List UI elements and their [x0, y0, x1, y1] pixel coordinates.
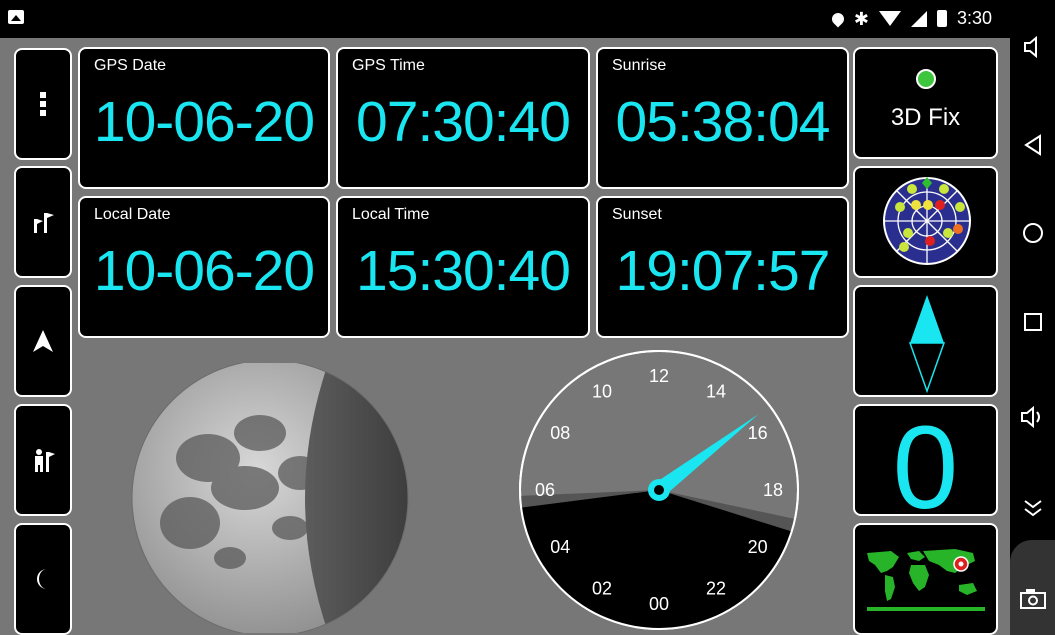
- clock-hour-label: 08: [550, 423, 570, 443]
- tile-label: GPS Time: [352, 57, 425, 74]
- gps-date-tile[interactable]: GPS Date 10-06-20: [78, 47, 330, 189]
- clock-hour-label: 16: [748, 423, 768, 443]
- collapse-chevron-icon[interactable]: [1022, 498, 1044, 518]
- person-flag-icon: [35, 449, 55, 472]
- navigation-arrow-icon: [33, 330, 53, 352]
- speed-tile[interactable]: 0: [853, 404, 998, 516]
- image-notification-icon: [8, 10, 24, 24]
- world-map-icon: [863, 547, 988, 613]
- volume-down-icon[interactable]: [1022, 36, 1044, 58]
- bluetooth-icon: ✱: [853, 8, 869, 29]
- compass-tile[interactable]: [853, 285, 998, 397]
- tracking-button[interactable]: [14, 404, 72, 516]
- tile-label: Local Date: [94, 206, 171, 223]
- status-bar: ✱ 3:30: [0, 0, 1010, 38]
- tile-value: 19:07:57: [615, 239, 831, 303]
- tile-label: GPS Date: [94, 57, 167, 74]
- tile-value: 15:30:40: [356, 239, 571, 303]
- local-date-tile[interactable]: Local Date 10-06-20: [78, 196, 330, 338]
- satellite-skyview-icon: [883, 177, 971, 265]
- moon-phase-image[interactable]: [130, 363, 410, 633]
- clock-hub-center: [654, 485, 664, 495]
- screenshot-camera-icon: [1020, 589, 1046, 609]
- app-main-area: GPS Date 10-06-20 GPS Time 07:30:40 Sunr…: [0, 38, 1010, 635]
- home-icon[interactable]: [1022, 222, 1044, 244]
- more-menu-button[interactable]: [14, 48, 72, 160]
- vertical-dots-icon: [40, 92, 46, 116]
- crescent-moon-icon: [37, 569, 47, 589]
- back-icon[interactable]: [1023, 134, 1043, 156]
- screenshot-button[interactable]: [1010, 540, 1055, 635]
- status-time: 3:30: [956, 8, 992, 28]
- fix-status-text: 3D Fix: [890, 104, 961, 131]
- gps-time-tile[interactable]: GPS Time 07:30:40: [336, 47, 590, 189]
- clock-hour-label: 20: [748, 537, 768, 557]
- status-icons: ✱ 3:30: [829, 8, 992, 29]
- gps-fix-status-tile[interactable]: 3D Fix: [853, 47, 998, 159]
- signal-icon: [910, 10, 927, 27]
- satellite-skyview-tile[interactable]: [853, 166, 998, 278]
- compass-needle-icon: [908, 295, 946, 393]
- sunrise-tile[interactable]: Sunrise 05:38:04: [596, 47, 849, 189]
- clock-hour-label: 04: [550, 537, 570, 557]
- tile-value: 10-06-20: [93, 90, 315, 154]
- tile-label: Sunrise: [612, 57, 667, 74]
- clock-hour-label: 22: [706, 579, 726, 599]
- clock-hour-label: 06: [535, 480, 555, 500]
- waypoints-button[interactable]: [14, 166, 72, 278]
- tile-value: 05:38:04: [615, 90, 831, 154]
- wifi-icon: [878, 11, 901, 26]
- recents-icon[interactable]: [1023, 312, 1043, 332]
- sunset-tile[interactable]: Sunset 19:07:57: [596, 196, 849, 338]
- fix-indicator-dot: [915, 69, 936, 89]
- moon-button[interactable]: [14, 523, 72, 635]
- day-night-24h-clock[interactable]: 12 14 16 18 20 22 00 02 04 06 08 10: [518, 348, 800, 635]
- clock-hour-label: 02: [592, 579, 612, 599]
- tile-value: 10-06-20: [93, 239, 315, 303]
- volume-up-icon[interactable]: [1020, 405, 1046, 429]
- clock-hour-label: 00: [649, 594, 669, 614]
- tile-value: 07:30:40: [356, 90, 571, 154]
- tile-label: Sunset: [612, 206, 662, 223]
- battery-charging-icon: [936, 10, 947, 27]
- location-icon: [829, 10, 847, 27]
- speed-value: 0: [892, 404, 959, 516]
- system-navigation-bar: [1010, 0, 1055, 635]
- navigation-button[interactable]: [14, 285, 72, 397]
- clock-hour-label: 10: [592, 381, 612, 401]
- flags-icon: [34, 213, 54, 233]
- world-map-tile[interactable]: [853, 523, 998, 635]
- local-time-tile[interactable]: Local Time 15:30:40: [336, 196, 590, 338]
- tile-label: Local Time: [352, 206, 430, 223]
- clock-hour-label: 12: [649, 366, 669, 386]
- clock-hour-label: 14: [706, 381, 726, 401]
- clock-hour-label: 18: [763, 480, 783, 500]
